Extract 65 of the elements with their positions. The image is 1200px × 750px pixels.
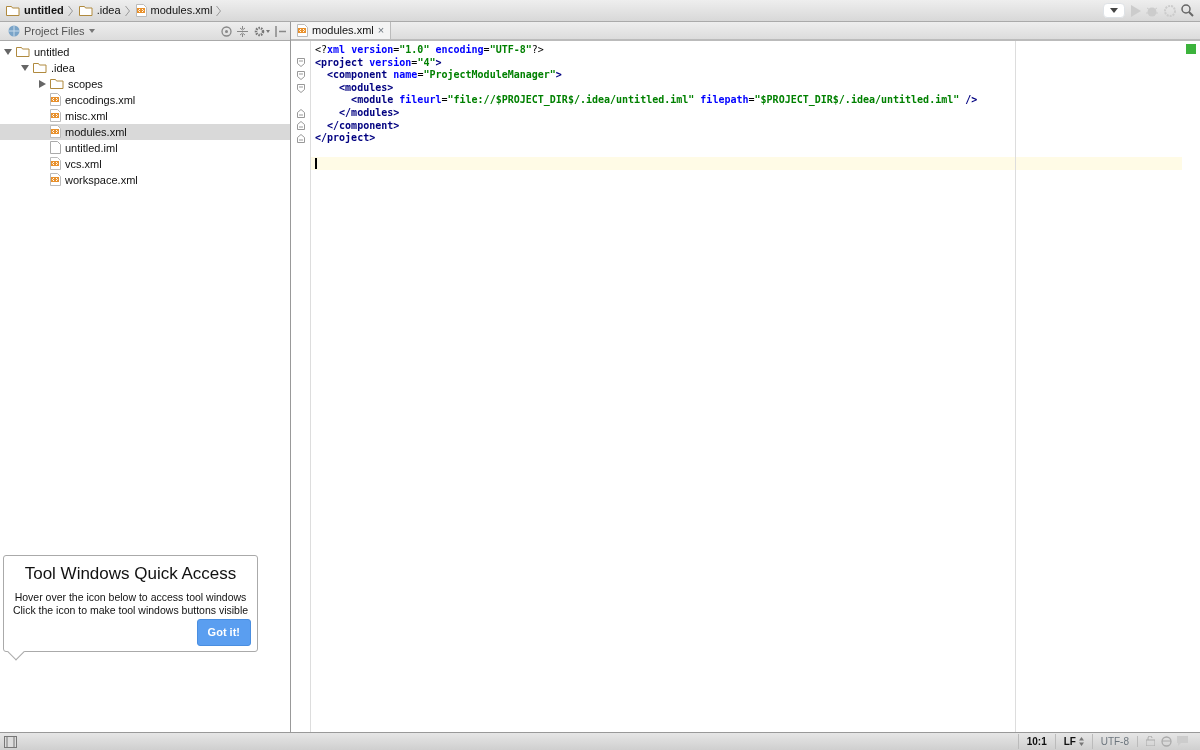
- popup-text: Click the icon to make tool windows buttons visible: [11, 603, 250, 617]
- folder-icon: [78, 5, 93, 16]
- line-separator[interactable]: LF: [1063, 734, 1076, 749]
- tree-item[interactable]: untitled.iml: [0, 139, 290, 156]
- popup-text: Hover over the icon below to access tool windows: [13, 590, 248, 604]
- xml-file-icon: [50, 93, 61, 107]
- tree-item[interactable]: misc.xml: [0, 107, 290, 124]
- fold-end-icon[interactable]: [296, 133, 305, 143]
- tree-item[interactable]: workspace.xml: [0, 171, 290, 188]
- editor-tab[interactable]: modules.xml ×: [291, 22, 392, 39]
- folder-icon: [50, 78, 64, 90]
- fold-icon[interactable]: [296, 83, 305, 93]
- code-line: <?xml version="1.0" encoding="UTF-8"?>: [315, 44, 544, 55]
- collapse-icon[interactable]: [237, 25, 248, 37]
- code-line: <component name="ProjectModuleManager">: [326, 69, 562, 81]
- code-line: </modules>: [338, 106, 400, 118]
- lock-icon[interactable]: [1146, 736, 1155, 746]
- fold-end-icon[interactable]: [296, 121, 305, 131]
- run-config-dropdown[interactable]: [1103, 3, 1125, 18]
- status-ok-icon: [1186, 43, 1196, 54]
- caret-icon: [88, 29, 95, 33]
- fold-icon[interactable]: [296, 71, 305, 80]
- caret-icon: [1110, 8, 1118, 13]
- breadcrumb-item[interactable]: untitled: [24, 2, 64, 19]
- code-line: </project>: [315, 132, 376, 144]
- xml-file-icon: [50, 109, 61, 123]
- folder-icon: [6, 5, 20, 16]
- xml-file-icon: [50, 173, 61, 187]
- hide-panel-icon[interactable]: [275, 25, 286, 37]
- tree-item[interactable]: vcs.xml: [0, 155, 290, 172]
- inspector-icon[interactable]: [1160, 736, 1172, 747]
- code-line: </component>: [326, 119, 400, 131]
- tree-item[interactable]: untitled: [0, 43, 290, 60]
- xml-file-icon: [50, 125, 61, 139]
- xml-file-icon: [50, 157, 61, 171]
- xml-file-icon: [135, 4, 147, 17]
- gear-icon[interactable]: [253, 25, 270, 37]
- caret-position[interactable]: 10:1: [1017, 734, 1055, 749]
- chevron-icon: [216, 4, 222, 17]
- folder-icon: [16, 46, 30, 58]
- tree-item[interactable]: modules.xml: [0, 123, 290, 140]
- globe-icon: [8, 25, 20, 37]
- close-tab-button[interactable]: ×: [377, 22, 385, 39]
- target-icon[interactable]: [220, 25, 232, 37]
- chevron-icon: [67, 4, 73, 17]
- code-line: <project version="4">: [315, 56, 442, 68]
- file-icon: [50, 141, 61, 155]
- popup-title: Tool Windows Quick Access: [23, 563, 238, 585]
- file-encoding[interactable]: UTF-8: [1091, 734, 1137, 749]
- code-line: <modules>: [338, 81, 394, 93]
- folder-icon: [33, 62, 47, 74]
- chevron-icon: [124, 4, 130, 17]
- fold-end-icon[interactable]: [296, 108, 305, 118]
- xml-file-icon: [297, 24, 308, 37]
- up-down-arrows-icon[interactable]: [1078, 737, 1084, 746]
- tree-item[interactable]: .idea: [0, 59, 290, 76]
- collapsed-arrow-icon[interactable]: [38, 79, 46, 88]
- tree-item[interactable]: encodings.xml: [0, 91, 290, 108]
- fold-icon[interactable]: [296, 58, 305, 68]
- breadcrumb-item[interactable]: modules.xml: [150, 2, 213, 19]
- code-line: <module fileurl="file://$PROJECT_DIR$/.idea/untitled.iml" filepath="$PROJECT_DIR$/.idea/untitled.iml" />: [350, 94, 978, 106]
- tree-item[interactable]: scopes: [0, 75, 290, 92]
- breadcrumb-item[interactable]: .idea: [96, 2, 121, 19]
- search-icon[interactable]: [1181, 4, 1194, 17]
- tool-windows-icon[interactable]: [4, 735, 17, 748]
